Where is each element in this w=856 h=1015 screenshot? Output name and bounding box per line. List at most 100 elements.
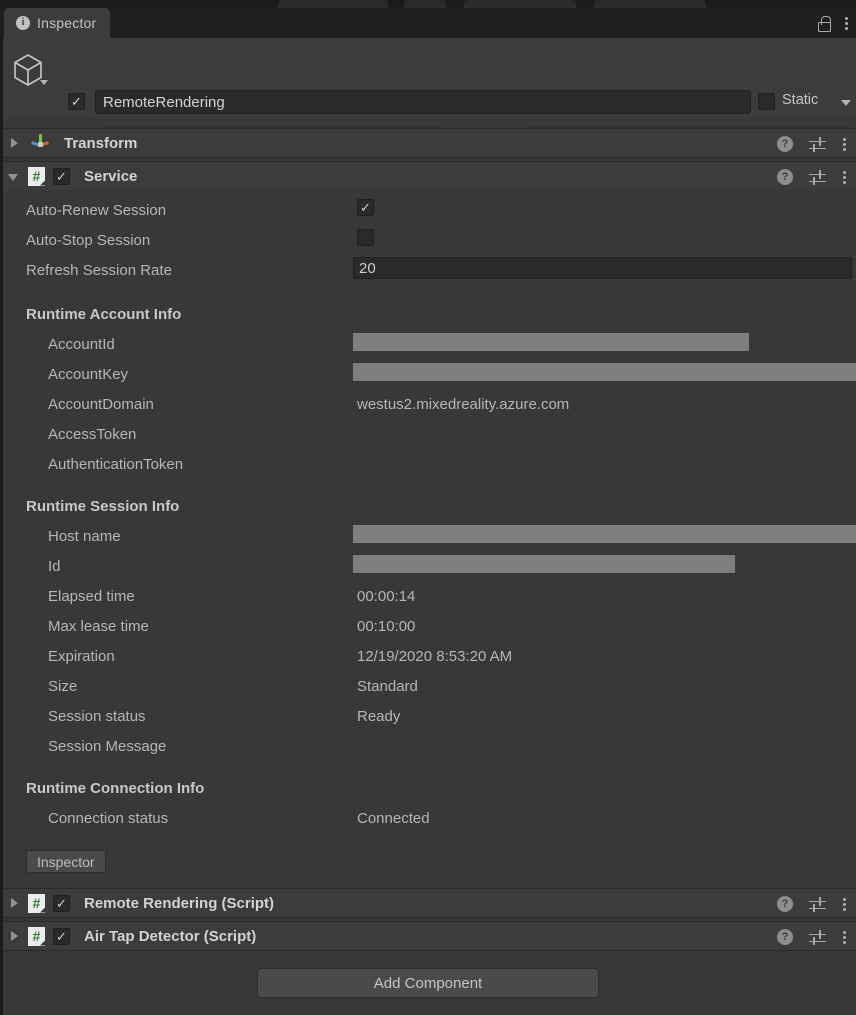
foldout-arrow-icon[interactable]: [8, 930, 21, 943]
ghost-tab-2[interactable]: [404, 0, 446, 8]
redaction-bar: [353, 363, 856, 381]
property-row-max-lease-time: Max lease time 00:10:00: [0, 612, 856, 642]
csharp-script-icon: #: [28, 893, 45, 913]
tab-bar-actions: [817, 8, 848, 38]
gameobject-cube-icon[interactable]: [8, 50, 48, 90]
ghost-tab-1[interactable]: [278, 0, 388, 8]
property-value: Ready: [357, 708, 401, 725]
window-tab-strip-top: [0, 0, 856, 8]
property-label: AccountKey: [48, 366, 129, 383]
foldout-arrow-icon[interactable]: [8, 137, 21, 150]
refresh-session-rate-value: 20: [359, 259, 376, 277]
property-row-accesstoken: AccessToken: [0, 420, 856, 450]
help-icon[interactable]: ?: [777, 929, 793, 945]
component-title: Service: [84, 167, 138, 185]
transform-gizmo-icon: [30, 134, 50, 152]
property-row-refresh-session-rate: Refresh Session Rate 20: [0, 256, 856, 286]
preset-icon[interactable]: [809, 896, 826, 912]
property-row-session-message: Session Message: [0, 732, 856, 762]
property-label: Session Message: [48, 738, 167, 755]
gameobject-name-input[interactable]: RemoteRendering: [95, 90, 751, 114]
component-header-service[interactable]: # ✓ Service ?: [0, 161, 856, 191]
help-icon[interactable]: ?: [777, 136, 793, 152]
property-row-accountkey: AccountKey: [0, 360, 856, 390]
property-row-authenticationtoken: AuthenticationToken: [0, 450, 856, 480]
property-row-session-status: Session status Ready: [0, 702, 856, 732]
auto-stop-session-checkbox[interactable]: ✓: [357, 229, 374, 246]
component-header-remote-rendering[interactable]: # ✓ Remote Rendering (Script) ?: [0, 888, 856, 918]
static-label: Static: [782, 92, 819, 108]
component-title: Transform: [64, 134, 138, 152]
property-row-connection-status: Connection status Connected: [0, 804, 856, 834]
property-label: Refresh Session Rate: [26, 262, 172, 279]
property-label: Size: [48, 678, 78, 695]
cube-dropdown-icon[interactable]: [40, 80, 48, 85]
inspector-button[interactable]: Inspector: [26, 850, 106, 873]
property-row-auto-stop-session: Auto-Stop Session ✓: [0, 226, 856, 256]
inspector-tab-bar: i Inspector: [0, 8, 856, 38]
section-header-runtime-account-info: Runtime Account Info: [0, 300, 856, 330]
add-component-button[interactable]: Add Component: [257, 968, 599, 998]
inspector-button-label: Inspector: [37, 853, 95, 870]
lock-icon[interactable]: [817, 16, 831, 32]
redaction-bar: [353, 333, 749, 351]
help-icon[interactable]: ?: [777, 896, 793, 912]
info-icon: i: [16, 16, 30, 30]
property-label: Max lease time: [48, 618, 149, 635]
ghost-tab-4[interactable]: [594, 0, 706, 8]
service-properties-body: Auto-Renew Session ✓ Auto-Stop Session ✓…: [0, 190, 856, 886]
section-label: Runtime Account Info: [26, 306, 182, 323]
property-value: westus2.mixedreality.azure.com: [357, 396, 570, 413]
refresh-session-rate-input[interactable]: 20: [353, 257, 852, 279]
foldout-arrow-icon[interactable]: [8, 897, 21, 910]
section-header-runtime-session-info: Runtime Session Info: [0, 492, 856, 522]
component-actions: ?: [777, 162, 846, 192]
csharp-script-icon: #: [28, 166, 45, 186]
property-label: Auto-Renew Session: [26, 202, 167, 219]
property-value: Connected: [357, 810, 430, 827]
kebab-menu-icon[interactable]: [842, 897, 846, 911]
component-enabled-checkbox[interactable]: ✓: [53, 894, 70, 912]
ghost-tab-3[interactable]: [464, 0, 576, 8]
section-label: Runtime Connection Info: [26, 780, 205, 797]
static-dropdown-icon[interactable]: [841, 100, 851, 106]
tab-inspector-label: Inspector: [37, 15, 97, 31]
add-component-label: Add Component: [373, 974, 483, 992]
kebab-menu-icon[interactable]: [842, 930, 846, 944]
component-actions: ?: [777, 922, 846, 952]
component-header-transform[interactable]: Transform ?: [0, 128, 856, 158]
preset-icon[interactable]: [809, 136, 826, 152]
property-label: Expiration: [48, 648, 115, 665]
property-row-accountdomain: AccountDomain westus2.mixedreality.azure…: [0, 390, 856, 420]
property-row-id: Id: [0, 552, 856, 582]
static-checkbox[interactable]: ✓: [758, 93, 775, 110]
kebab-menu-icon[interactable]: [842, 137, 846, 151]
component-header-air-tap-detector[interactable]: # ✓ Air Tap Detector (Script) ?: [0, 921, 856, 951]
property-label: AccessToken: [48, 426, 137, 443]
csharp-script-icon: #: [28, 926, 45, 946]
kebab-menu-icon[interactable]: [842, 170, 846, 184]
property-label: Auto-Stop Session: [26, 232, 151, 249]
component-enabled-checkbox[interactable]: ✓: [53, 927, 70, 945]
property-row-elapsed-time: Elapsed time 00:00:14: [0, 582, 856, 612]
preset-icon[interactable]: [809, 169, 826, 185]
property-value: Standard: [357, 678, 418, 695]
help-icon[interactable]: ?: [777, 169, 793, 185]
gameobject-enabled-checkbox[interactable]: ✓: [68, 93, 85, 110]
auto-renew-session-checkbox[interactable]: ✓: [357, 199, 374, 216]
property-label: Connection status: [48, 810, 169, 827]
kebab-menu-icon[interactable]: [844, 16, 848, 30]
preset-icon[interactable]: [809, 929, 826, 945]
component-enabled-checkbox[interactable]: ✓: [53, 167, 70, 185]
component-actions: ?: [777, 889, 846, 919]
section-header-runtime-connection-info: Runtime Connection Info: [0, 774, 856, 804]
property-label: Elapsed time: [48, 588, 135, 605]
tab-inspector[interactable]: i Inspector: [4, 8, 111, 38]
foldout-arrow-icon[interactable]: [8, 170, 21, 183]
property-row-auto-renew-session: Auto-Renew Session ✓: [0, 196, 856, 226]
panel-left-edge: [0, 38, 3, 1015]
property-label: AccountDomain: [48, 396, 154, 413]
property-row-host-name: Host name: [0, 522, 856, 552]
property-row-size: Size Standard: [0, 672, 856, 702]
redaction-bar: [353, 525, 856, 543]
